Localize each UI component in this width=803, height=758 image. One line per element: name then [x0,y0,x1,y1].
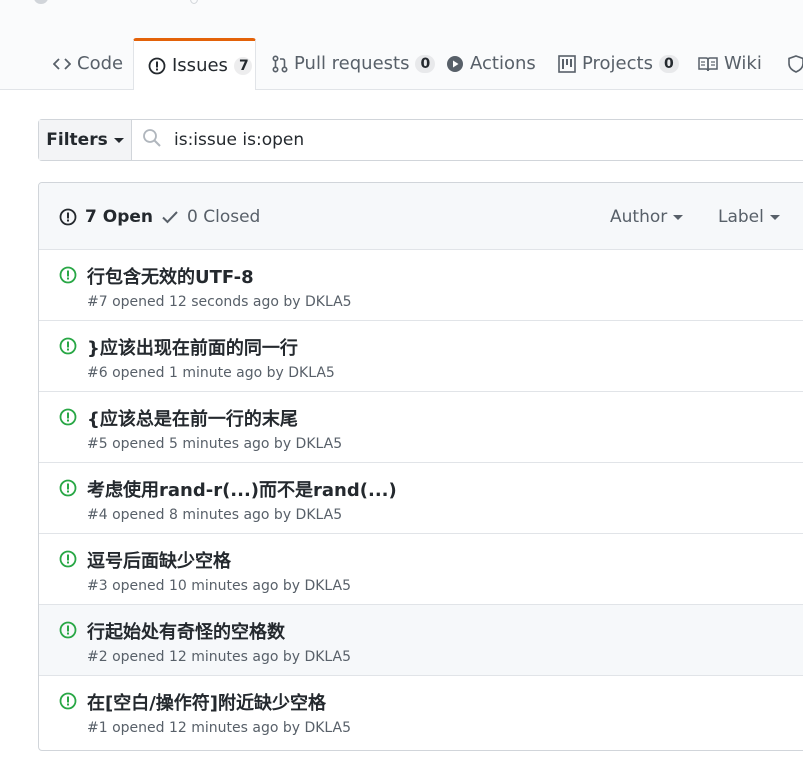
tab-issues[interactable]: Issues 7 [133,38,256,90]
check-icon [161,209,179,225]
issue-row[interactable]: 考虑使用rand-r(...)而不是rand(...) #4 opened 8 … [39,463,803,534]
label-filter-label: Label [718,207,764,227]
author-filter-dropdown[interactable]: Author [610,207,684,227]
search-input[interactable] [172,129,676,151]
issues-list-header: 7 Open 0 Closed Author Label [39,183,803,250]
play-icon [446,55,464,73]
tab-security[interactable] [788,38,803,89]
open-issues-link[interactable]: 7 Open [59,207,153,227]
issue-meta: #1 opened 12 minutes ago by DKLA5 [87,720,352,736]
filters-label: Filters [46,130,108,150]
chevron-down-icon [673,214,684,220]
filters-button[interactable]: Filters [39,120,132,160]
tab-label: Code [77,53,124,74]
issue-meta: #2 opened 12 minutes ago by DKLA5 [87,649,352,665]
pull-requests-count-badge: 0 [415,54,436,73]
issue-opened-icon [59,337,77,359]
chevron-down-icon [113,137,124,143]
repo-icon [34,0,48,4]
separator-glyph [190,0,198,4]
tab-label: Wiki [724,53,762,74]
tab-pull-requests[interactable]: Pull requests 0 [272,38,436,89]
issue-row[interactable]: 逗号后面缺少空格 #3 opened 10 minutes ago by DKL… [39,534,803,605]
issue-row[interactable]: 在[空白/操作符]附近缺少空格 #1 opened 12 minutes ago… [39,676,803,747]
tab-code[interactable]: Code [53,38,123,89]
author-filter-label: Author [610,207,668,227]
issue-title-link[interactable]: }应该出现在前面的同一行 [87,334,298,360]
closed-count-label: 0 Closed [187,207,261,227]
projects-count-badge: 0 [658,54,679,73]
tab-label: Projects [582,53,653,74]
issues-filter-bar: Filters [38,119,803,161]
tab-label: Issues [172,55,228,76]
issue-row[interactable]: }应该出现在前面的同一行 #6 opened 1 minute ago by D… [39,321,803,392]
tab-label: Actions [470,53,536,74]
tab-label: Pull requests [294,53,410,74]
issue-meta: #6 opened 1 minute ago by DKLA5 [87,365,335,381]
issue-title-link[interactable]: 在[空白/操作符]附近缺少空格 [87,689,326,715]
issue-opened-icon [59,550,77,572]
issue-rows: 行包含无效的UTF-8 #7 opened 12 seconds ago by … [39,250,803,747]
closed-issues-link[interactable]: 0 Closed [161,207,260,227]
shield-icon [788,54,803,73]
tab-projects[interactable]: Projects 0 [558,38,679,89]
open-count-label: 7 Open [85,207,153,227]
issue-opened-icon [148,57,166,75]
label-filter-dropdown[interactable]: Label [718,207,780,227]
issue-opened-icon [59,621,77,643]
issue-row[interactable]: 行起始处有奇怪的空格数 #2 opened 12 minutes ago by … [39,605,803,676]
search-wrap [132,120,803,160]
issue-opened-icon [59,692,77,714]
search-icon [142,128,162,152]
issue-opened-icon [59,266,77,288]
issue-meta: #3 opened 10 minutes ago by DKLA5 [87,578,352,594]
issue-title-link[interactable]: 逗号后面缺少空格 [87,547,231,573]
issue-title-link[interactable]: 行起始处有奇怪的空格数 [87,618,285,644]
issue-title-link[interactable]: 行包含无效的UTF-8 [87,263,254,289]
project-icon [558,54,576,73]
git-pull-request-icon [272,54,288,73]
issue-meta: #4 opened 8 minutes ago by DKLA5 [87,507,343,523]
issues-count-badge: 7 [233,56,252,75]
tab-wiki[interactable]: Wiki [698,38,762,89]
issue-opened-icon [59,208,77,226]
issue-row[interactable]: {应该总是在前一行的末尾 #5 opened 5 minutes ago by … [39,392,803,463]
issue-meta: #5 opened 5 minutes ago by DKLA5 [87,436,343,452]
repo-nav: Code Issues 7 Pull requests 0 Actions Pr… [0,0,803,90]
issues-list: 7 Open 0 Closed Author Label 行包含无效的UTF-8… [38,182,803,751]
issue-meta: #7 opened 12 seconds ago by DKLA5 [87,294,352,310]
issue-title-link[interactable]: 考虑使用rand-r(...)而不是rand(...) [87,476,397,502]
issue-row[interactable]: 行包含无效的UTF-8 #7 opened 12 seconds ago by … [39,250,803,321]
issue-opened-icon [59,479,77,501]
issue-title-link[interactable]: {应该总是在前一行的末尾 [87,405,298,431]
code-icon [53,57,71,71]
chevron-down-icon [769,214,780,220]
issue-opened-icon [59,408,77,430]
book-icon [698,56,718,72]
tab-actions[interactable]: Actions [446,38,536,89]
